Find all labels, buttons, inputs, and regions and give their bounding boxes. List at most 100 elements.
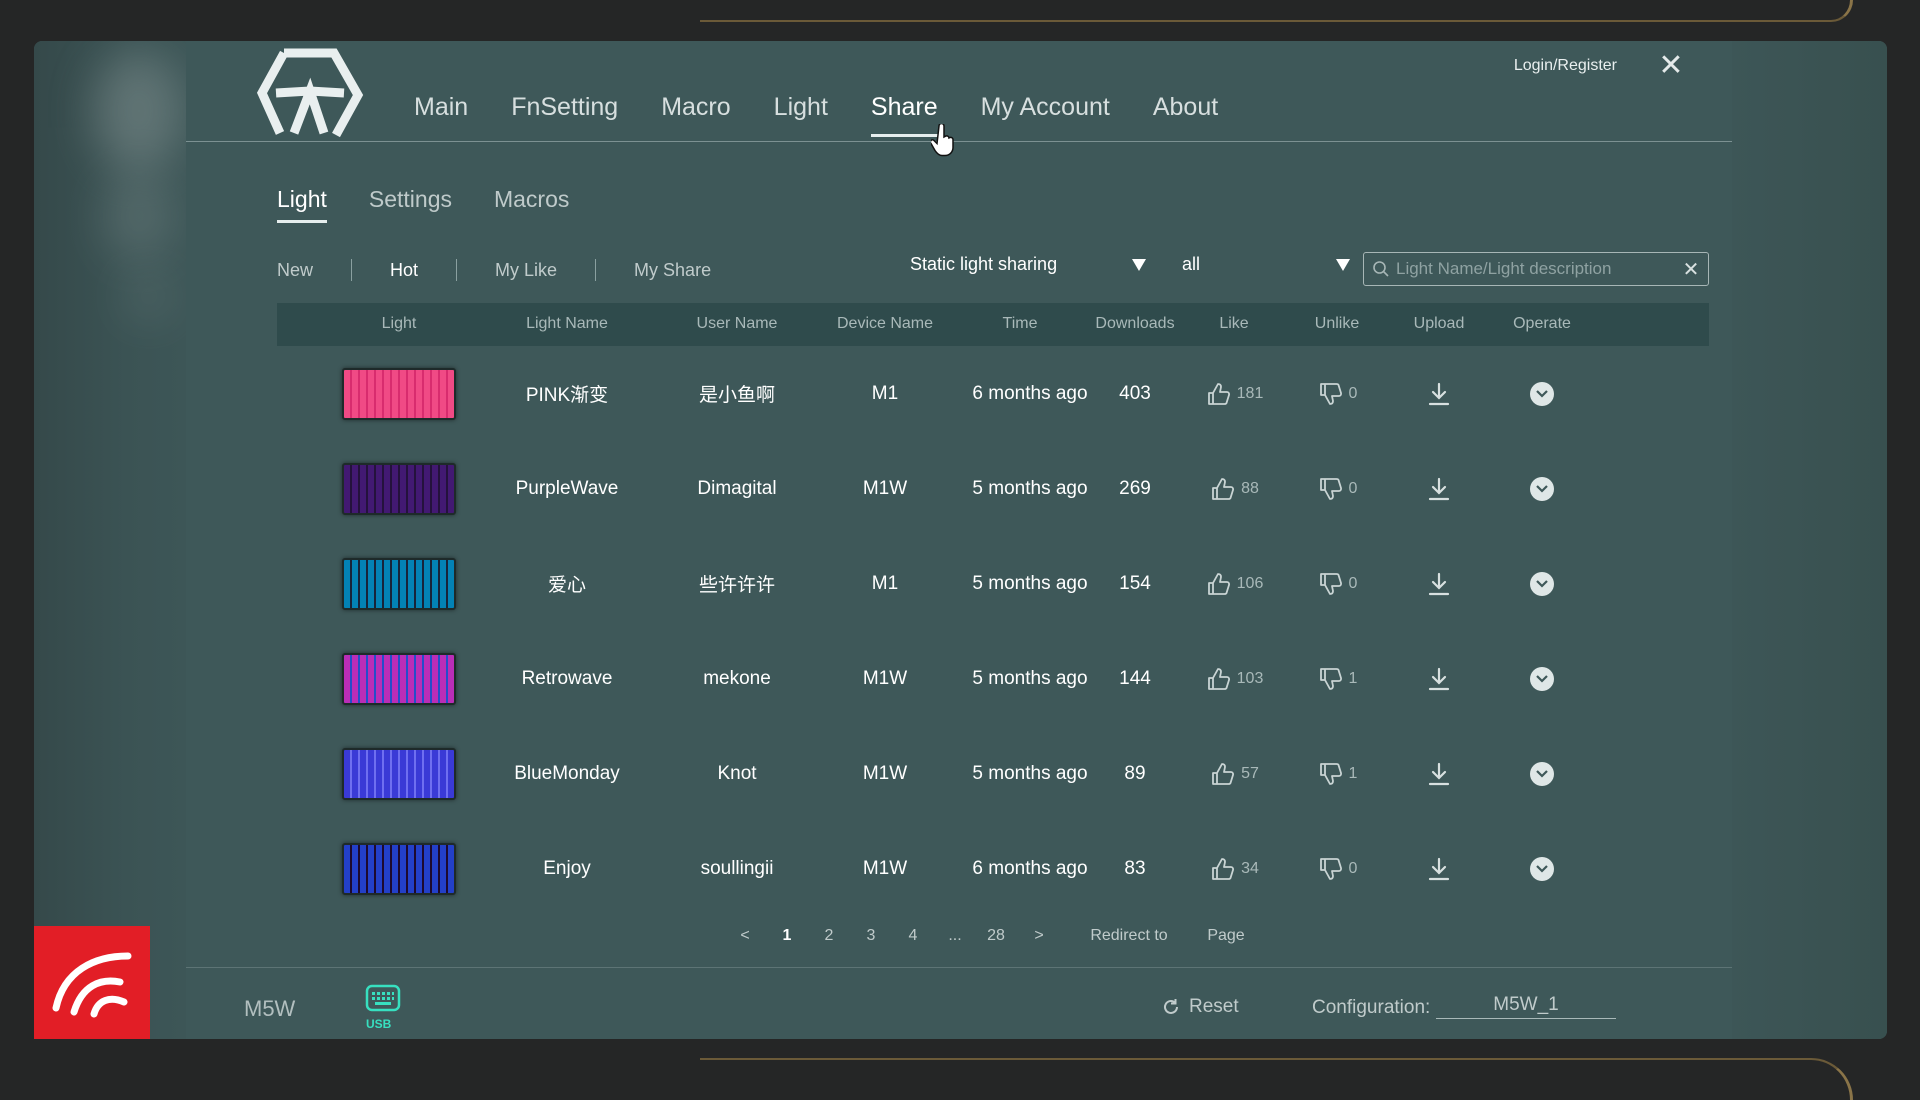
unlike-button[interactable]: 0 — [1287, 536, 1387, 631]
download-count: 154 — [1119, 572, 1151, 594]
subtab-settings[interactable]: Settings — [369, 186, 452, 213]
close-icon[interactable]: ✕ — [1656, 51, 1686, 81]
top-nav: Main FnSetting Macro Light Share My Acco… — [414, 87, 1218, 137]
light-preview-thumbnail[interactable] — [342, 652, 456, 705]
light-preview-thumbnail[interactable] — [342, 462, 456, 515]
light-name: Retrowave — [521, 667, 613, 689]
light-share-table-body: PINK渐变 是小鱼啊 M1 6 months ago 403 181 0 PurpleWav… — [277, 346, 1709, 916]
nav-main[interactable]: Main — [414, 87, 468, 127]
nav-fnsetting[interactable]: FnSetting — [511, 87, 618, 127]
reset-label: Reset — [1189, 996, 1239, 1017]
light-preview-thumbnail[interactable] — [342, 747, 456, 800]
chevron-down-icon[interactable] — [1530, 666, 1554, 691]
download-button[interactable] — [1389, 536, 1489, 631]
nav-about[interactable]: About — [1153, 87, 1218, 127]
filter-hot[interactable]: Hot — [390, 260, 418, 281]
filter-separator — [595, 259, 597, 281]
unlike-count: 0 — [1348, 384, 1358, 402]
page-28-button[interactable]: 28 — [980, 927, 1012, 945]
like-button[interactable]: 34 — [1184, 821, 1284, 916]
category-value: all — [1182, 254, 1201, 274]
download-icon — [1425, 855, 1453, 883]
prev-page-button[interactable]: < — [733, 927, 757, 945]
page-2-button[interactable]: 2 — [817, 927, 841, 945]
device-name: M1W — [862, 477, 908, 499]
share-type-select[interactable]: Static light sharing — [910, 254, 1146, 275]
nav-macro[interactable]: Macro — [661, 87, 730, 127]
filter-my-share[interactable]: My Share — [634, 260, 711, 281]
column-header-light: Light — [381, 315, 417, 332]
configuration-value[interactable]: M5W_1 — [1436, 994, 1616, 1019]
decorative-gold-line-top — [700, 0, 1853, 22]
subtab-macros[interactable]: Macros — [494, 186, 569, 213]
chevron-down-icon[interactable] — [1530, 761, 1554, 786]
table-row: PINK渐变 是小鱼啊 M1 6 months ago 403 181 0 — [277, 346, 1709, 441]
search-input[interactable] — [1390, 259, 1682, 279]
unlike-button[interactable]: 0 — [1287, 441, 1387, 536]
like-button[interactable]: 57 — [1184, 726, 1284, 821]
like-button[interactable]: 88 — [1184, 441, 1284, 536]
nav-my-account[interactable]: My Account — [981, 87, 1110, 127]
user-name: soullingii — [700, 857, 774, 879]
login-register-link[interactable]: Login/Register — [1514, 57, 1617, 75]
chevron-down-icon[interactable] — [1530, 856, 1554, 881]
unlike-button[interactable]: 0 — [1287, 346, 1387, 441]
light-preview-thumbnail[interactable] — [342, 557, 456, 610]
page-1-button[interactable]: 1 — [775, 927, 799, 945]
light-thumbnail-cell — [339, 821, 459, 916]
like-count: 103 — [1236, 669, 1264, 687]
download-count: 144 — [1119, 667, 1151, 689]
thumbs-up-icon — [1209, 760, 1237, 788]
light-thumbnail-cell — [339, 536, 459, 631]
like-button[interactable]: 181 — [1184, 346, 1284, 441]
device-name: M1 — [871, 382, 899, 404]
page-3-button[interactable]: 3 — [859, 927, 883, 945]
user-name: Knot — [717, 762, 757, 784]
unlike-count: 0 — [1348, 574, 1358, 592]
download-icon — [1425, 760, 1453, 788]
download-button[interactable] — [1389, 631, 1489, 726]
light-preview-thumbnail[interactable] — [342, 842, 456, 895]
table-row: Retrowave mekone M1W 5 months ago 144 103 1 — [277, 631, 1709, 726]
nav-share[interactable]: Share — [870, 87, 938, 137]
table-row: BlueMonday Knot M1W 5 months ago 89 57 1 — [277, 726, 1709, 821]
light-name: BlueMonday — [514, 762, 620, 784]
dropdown-triangle-icon — [1132, 258, 1146, 271]
download-button[interactable] — [1389, 726, 1489, 821]
chevron-down-icon[interactable] — [1530, 571, 1554, 596]
device-name: M1W — [862, 762, 908, 784]
filter-new[interactable]: New — [277, 260, 313, 281]
subtab-light[interactable]: Light — [277, 186, 327, 223]
category-select[interactable]: all — [1182, 254, 1350, 275]
unlike-button[interactable]: 1 — [1287, 631, 1387, 726]
unlike-button[interactable]: 1 — [1287, 726, 1387, 821]
clear-search-icon[interactable]: ✕ — [1682, 257, 1700, 282]
background-blur-left — [34, 41, 186, 1039]
chevron-down-icon[interactable] — [1530, 381, 1554, 406]
next-page-button[interactable]: > — [1027, 927, 1051, 945]
filter-separator — [351, 259, 353, 281]
like-button[interactable]: 103 — [1184, 631, 1284, 726]
thumbs-up-icon — [1205, 665, 1233, 693]
download-button[interactable] — [1389, 346, 1489, 441]
reset-button[interactable]: Reset — [1161, 996, 1239, 1018]
like-count: 181 — [1236, 384, 1264, 402]
download-button[interactable] — [1389, 441, 1489, 536]
filter-my-like[interactable]: My Like — [495, 260, 557, 281]
table-header: Light Light Name User Name Device Name T… — [277, 303, 1709, 346]
unlike-count: 1 — [1348, 764, 1358, 782]
download-button[interactable] — [1389, 821, 1489, 916]
column-header-user-name: User Name — [696, 315, 778, 332]
operate-cell — [1492, 536, 1592, 631]
connection-type-label: USB — [366, 1017, 392, 1031]
user-name: mekone — [703, 667, 771, 689]
thumbs-down-icon — [1317, 380, 1345, 408]
nav-light[interactable]: Light — [774, 87, 828, 127]
page-4-button[interactable]: 4 — [901, 927, 925, 945]
column-header-light-name: Light Name — [526, 315, 608, 332]
operate-cell — [1492, 821, 1592, 916]
chevron-down-icon[interactable] — [1530, 476, 1554, 501]
like-button[interactable]: 106 — [1184, 536, 1284, 631]
light-preview-thumbnail[interactable] — [342, 367, 456, 420]
unlike-button[interactable]: 0 — [1287, 821, 1387, 916]
